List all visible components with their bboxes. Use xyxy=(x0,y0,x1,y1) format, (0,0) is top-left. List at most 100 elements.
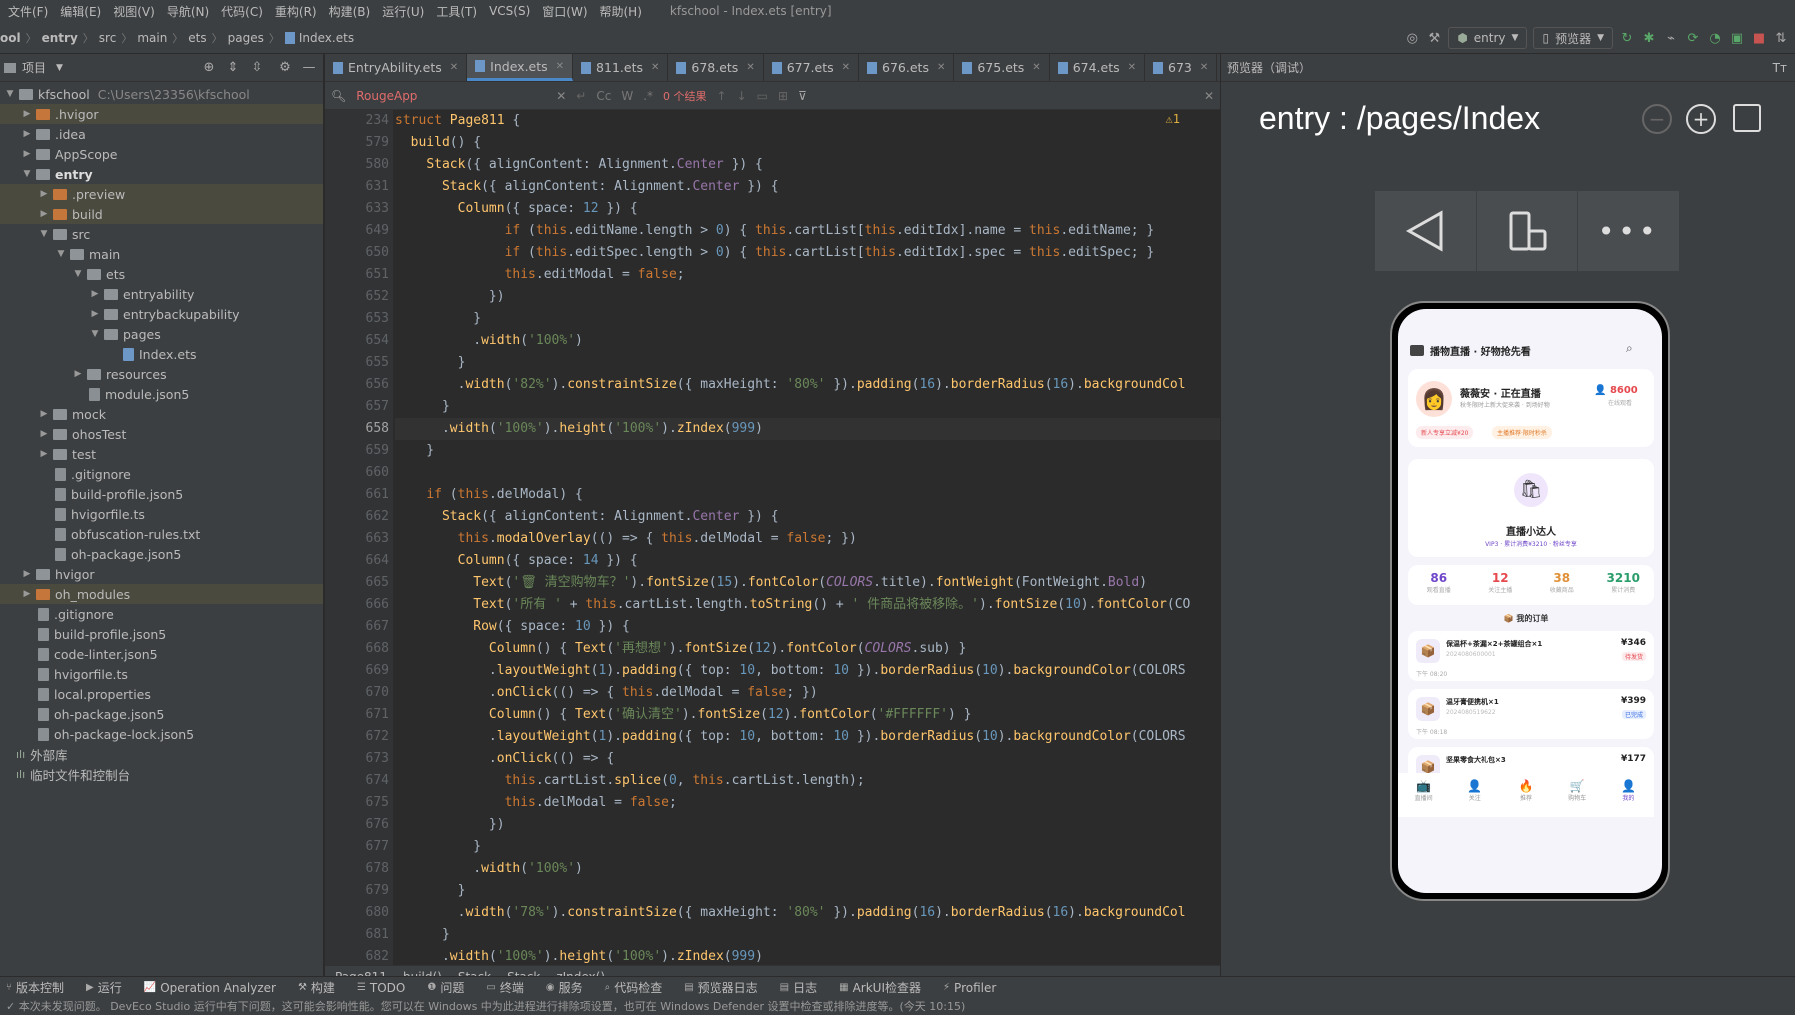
tree-item[interactable]: Index.ets xyxy=(0,344,323,364)
chevron-down-icon[interactable]: ▼ xyxy=(72,269,84,279)
tree-item[interactable]: ▶ mock xyxy=(0,404,323,424)
menu-item[interactable]: 帮助(H) xyxy=(594,3,648,20)
code-line[interactable]: Column({ space: 14 }) { xyxy=(395,550,638,572)
sync-icon[interactable]: ⇅ xyxy=(1773,30,1789,46)
tree-item[interactable]: oh-package.json5 xyxy=(0,704,323,724)
chevron-right-icon[interactable]: ▶ xyxy=(21,109,33,119)
code-line[interactable]: Text('所有 ' + this.cartList.length.toStri… xyxy=(395,594,1190,616)
code-line[interactable]: this.editModal = false; xyxy=(395,264,685,286)
regex-history-icon[interactable]: ↵ xyxy=(576,89,586,103)
stat-item[interactable]: 12 关注主播 xyxy=(1470,565,1532,605)
code-line[interactable]: } xyxy=(395,352,466,374)
search-icon[interactable]: ⌕ xyxy=(1626,341,1633,356)
tree-item[interactable]: ▶ ohosTest xyxy=(0,424,323,444)
select-all-icon[interactable]: ▭ xyxy=(757,89,768,103)
code-line[interactable]: .layoutWeight(1).padding({ top: 10, bott… xyxy=(395,726,1186,748)
code-line[interactable]: .width('82%').constraintSize({ maxHeight… xyxy=(395,374,1186,396)
stat-item[interactable]: 38 收藏商品 xyxy=(1531,565,1593,605)
tree-item[interactable]: code-linter.json5 xyxy=(0,644,323,664)
editor-tab[interactable]: Index.ets ✕ xyxy=(467,54,574,81)
tree-item[interactable]: ▼ pages xyxy=(0,324,323,344)
breadcrumb-item[interactable]: entry xyxy=(42,31,78,45)
hide-icon[interactable]: — xyxy=(301,60,317,76)
editor-tab[interactable]: 678.ets ✕ xyxy=(668,54,764,81)
code-line[interactable]: this.cartList.splice(0, this.cartList.le… xyxy=(395,770,865,792)
close-icon[interactable]: ✕ xyxy=(746,62,754,73)
code-line[interactable]: } xyxy=(395,308,481,330)
menu-item[interactable]: 视图(V) xyxy=(107,3,161,20)
tree-item[interactable]: hvigorfile.ts xyxy=(0,504,323,524)
chevron-right-icon[interactable]: ▶ xyxy=(89,289,101,299)
code-line[interactable]: } xyxy=(395,440,434,462)
stat-item[interactable]: 3210 累计消费 xyxy=(1593,565,1655,605)
editor-tab[interactable]: EntryAbility.ets ✕ xyxy=(325,54,468,81)
tool-window-button[interactable]: ▦ ArkUI检查器 xyxy=(839,979,921,996)
editor-tab[interactable]: 675.ets ✕ xyxy=(954,54,1050,81)
locate-icon[interactable]: ⊕ xyxy=(201,60,217,76)
code-line[interactable]: struct Page811 { xyxy=(395,110,520,132)
code-line[interactable]: } xyxy=(395,880,466,902)
close-find-icon[interactable]: ✕ xyxy=(1204,89,1214,103)
tree-item[interactable]: .gitignore xyxy=(0,604,323,624)
chevron-right-icon[interactable]: ▶ xyxy=(89,309,101,319)
code-line[interactable]: }) xyxy=(395,286,505,308)
chevron-down-icon[interactable]: ▼ xyxy=(21,169,33,179)
run-config-select[interactable]: ⬢ entry ▼ xyxy=(1448,27,1528,49)
tool-window-button[interactable]: ⌕ 代码检查 xyxy=(605,979,663,996)
menu-item[interactable]: 运行(U) xyxy=(376,3,430,20)
tool-window-button[interactable]: ❶ 问题 xyxy=(427,979,464,996)
tree-item[interactable]: ▶ test xyxy=(0,444,323,464)
stop-icon[interactable]: ■ xyxy=(1751,30,1767,46)
tree-item[interactable]: build-profile.json5 xyxy=(0,484,323,504)
tree-item[interactable]: ▶ oh_modules xyxy=(0,584,323,604)
breadcrumb-item[interactable]: ool xyxy=(0,31,21,45)
tool-window-button[interactable]: ▭ 终端 xyxy=(486,979,523,996)
tree-item[interactable]: build-profile.json5 xyxy=(0,624,323,644)
tool-window-button[interactable]: ▤ 预览器日志 xyxy=(684,979,757,996)
warning-indicator[interactable]: ⚠1 xyxy=(1166,112,1180,126)
bottom-tab[interactable]: 👤 我的 xyxy=(1603,773,1654,817)
chevron-down-icon[interactable]: ▼ xyxy=(89,329,101,339)
tool-window-button[interactable]: ◉ 服务 xyxy=(546,979,583,996)
chevron-down-icon[interactable]: ▼ xyxy=(55,249,67,259)
code-line[interactable]: Column() { Text('再想想').fontSize(12).font… xyxy=(395,638,966,660)
chevron-right-icon[interactable]: ▶ xyxy=(72,369,84,379)
tree-item[interactable]: .gitignore xyxy=(0,464,323,484)
menu-item[interactable]: 编辑(E) xyxy=(54,3,107,20)
close-icon[interactable]: ✕ xyxy=(450,62,458,73)
chevron-down-icon[interactable]: ▼ xyxy=(38,229,50,239)
code-line[interactable]: .width('100%').height('100%').zIndex(999… xyxy=(395,946,763,966)
stat-item[interactable]: 86 观看直播 xyxy=(1408,565,1470,605)
back-button[interactable] xyxy=(1375,191,1477,271)
chevron-right-icon[interactable]: ▶ xyxy=(38,449,50,459)
chevron-right-icon[interactable]: ▶ xyxy=(21,569,33,579)
device-select[interactable]: ▯ 预览器 ▼ xyxy=(1533,27,1613,49)
breadcrumb-item[interactable]: main xyxy=(137,31,167,45)
tree-item[interactable]: oh-package.json5 xyxy=(0,544,323,564)
code-line[interactable]: } xyxy=(395,924,450,946)
tree-item[interactable]: oh-package-lock.json5 xyxy=(0,724,323,744)
whole-word-icon[interactable]: W xyxy=(621,89,633,103)
chevron-right-icon[interactable]: ▶ xyxy=(38,209,50,219)
menu-item[interactable]: 工具(T) xyxy=(430,3,483,20)
close-icon[interactable]: ✕ xyxy=(556,61,564,72)
tool-window-button[interactable]: ⑂ 版本控制 xyxy=(6,979,64,996)
code-line[interactable]: this.modalOverlay(() => { this.delModal … xyxy=(395,528,857,550)
close-icon[interactable]: ✕ xyxy=(842,62,850,73)
refresh-icon[interactable]: ⟳ xyxy=(1685,30,1701,46)
tree-item[interactable]: ▼ kfschool C:\Users\23356\kfschool xyxy=(0,84,323,104)
tree-item[interactable]: ▶ entryability xyxy=(0,284,323,304)
code-line[interactable]: }) xyxy=(395,814,505,836)
menu-item[interactable]: 重构(R) xyxy=(269,3,323,20)
chevron-right-icon[interactable]: ▶ xyxy=(21,129,33,139)
breadcrumb-item[interactable]: src xyxy=(99,31,117,45)
collapse-all-icon[interactable]: ⇳ xyxy=(249,60,265,76)
tree-item[interactable]: ▶ .hvigor xyxy=(0,104,323,124)
code-line[interactable]: Stack({ alignContent: Alignment.Center }… xyxy=(395,154,763,176)
debug-icon[interactable]: ✱ xyxy=(1641,30,1657,46)
attach-icon[interactable]: ⌁ xyxy=(1663,30,1679,46)
editor-tab[interactable]: 673 ✕ xyxy=(1145,54,1218,81)
tree-item[interactable]: ılı 外部库 xyxy=(0,744,323,764)
gear-icon[interactable]: ⚙ xyxy=(277,60,293,76)
tool-window-button[interactable]: ☰ TODO xyxy=(357,981,405,995)
